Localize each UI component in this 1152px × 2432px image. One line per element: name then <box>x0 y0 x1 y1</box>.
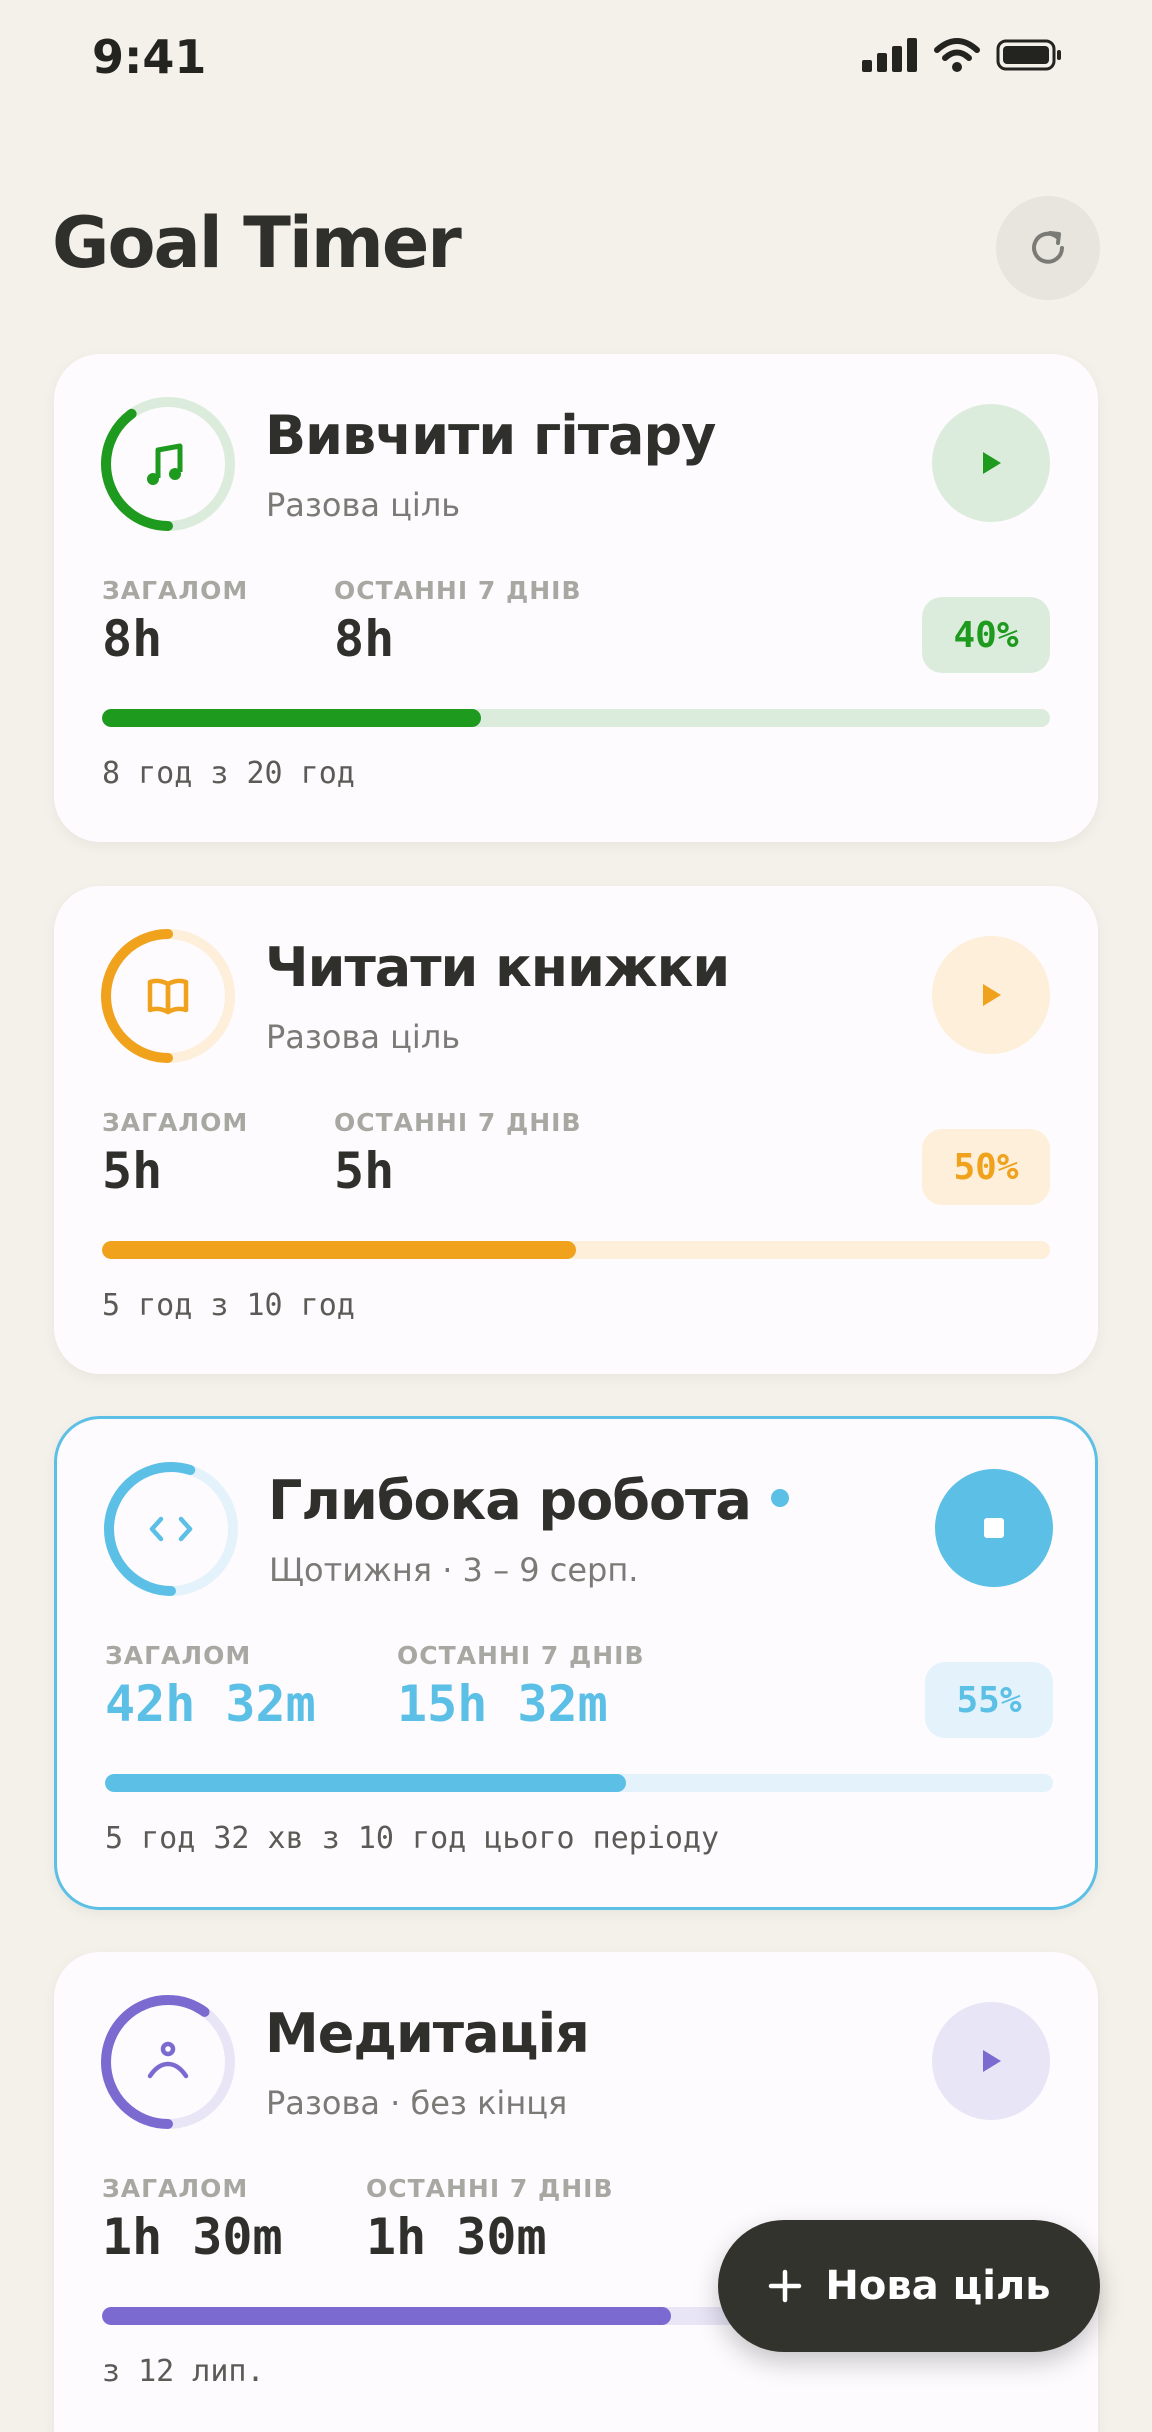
play-icon <box>983 984 1001 1006</box>
goal-footer: 5 год з 10 год <box>102 1288 355 1323</box>
total-label: ЗАГАЛОМ <box>102 2174 249 2203</box>
progress-track <box>102 709 1050 727</box>
goal-footer: 5 год 32 хв з 10 год цього періоду <box>105 1821 720 1856</box>
meditation-icon <box>147 2041 189 2079</box>
week-value: 15h 32m <box>397 1675 608 1733</box>
code-icon <box>149 1516 193 1542</box>
refresh-button[interactable] <box>996 196 1100 300</box>
goal-title: Читати книжки <box>265 936 730 999</box>
goal-title: Глибока робота <box>268 1469 752 1532</box>
total-label: ЗАГАЛОМ <box>102 576 249 605</box>
goal-progress-ring <box>104 1462 238 1596</box>
music-note-icon <box>147 443 183 485</box>
goal-footer: 8 год з 20 год <box>102 756 355 791</box>
new-goal-button[interactable]: Нова ціль <box>718 2220 1100 2352</box>
goal-progress-ring <box>101 397 235 531</box>
stop-icon <box>984 1518 1004 1538</box>
goal-subtitle: Разова · без кінця <box>266 2084 568 2122</box>
goal-card-active[interactable]: Глибока робота Щотижня · 3 – 9 серп. ЗАГ… <box>54 1416 1098 1910</box>
progress-fill <box>102 2307 671 2325</box>
new-goal-label: Нова ціль <box>825 2263 1051 2309</box>
book-icon <box>147 978 189 1015</box>
goal-title: Медитація <box>265 2002 590 2065</box>
play-button[interactable] <box>932 936 1050 1054</box>
play-button[interactable] <box>932 404 1050 522</box>
total-label: ЗАГАЛОМ <box>102 1108 249 1137</box>
status-icons <box>862 38 1062 72</box>
progress-track <box>102 1241 1050 1259</box>
week-label: ОСТАННІ 7 ДНІВ <box>334 576 582 605</box>
week-value: 8h <box>334 610 395 668</box>
progress-fill <box>102 1241 576 1259</box>
goal-card[interactable]: Читати книжки Разова ціль ЗАГАЛОМ 5h ОСТ… <box>54 886 1098 1374</box>
plus-icon <box>769 2269 802 2303</box>
play-button[interactable] <box>932 2002 1050 2120</box>
total-label: ЗАГАЛОМ <box>105 1641 252 1670</box>
week-label: ОСТАННІ 7 ДНІВ <box>366 2174 614 2203</box>
total-value: 42h 32m <box>105 1675 316 1733</box>
percent-badge: 50% <box>922 1129 1050 1205</box>
total-value: 1h 30m <box>102 2208 283 2266</box>
percent-badge: 40% <box>922 597 1050 673</box>
goal-progress-ring <box>101 929 235 1063</box>
goal-card[interactable]: Вивчити гітару Разова ціль ЗАГАЛОМ 8h ОС… <box>54 354 1098 842</box>
goal-title: Вивчити гітару <box>265 404 716 467</box>
percent-badge: 55% <box>925 1662 1053 1738</box>
goal-card[interactable]: Медитація Разова · без кінця ЗАГАЛОМ 1h … <box>54 1952 1098 2432</box>
battery-icon <box>996 39 1061 71</box>
total-value: 5h <box>102 1142 163 1200</box>
progress-fill <box>102 709 482 727</box>
status-bar: 9:41 <box>0 0 1152 120</box>
running-indicator-dot <box>770 1489 789 1507</box>
goal-subtitle: Разова ціль <box>266 486 461 524</box>
goal-subtitle: Щотижня · 3 – 9 серп. <box>269 1551 639 1589</box>
status-time: 9:41 <box>92 30 207 84</box>
play-icon <box>983 2050 1001 2072</box>
wifi-icon <box>934 38 980 72</box>
goal-progress-ring <box>101 1995 235 2129</box>
week-label: ОСТАННІ 7 ДНІВ <box>334 1108 582 1137</box>
goal-title-row: Глибока робота <box>268 1469 789 1532</box>
week-value: 5h <box>334 1142 395 1200</box>
cellular-signal-icon <box>862 38 917 72</box>
goal-subtitle: Разова ціль <box>266 1018 461 1056</box>
week-value: 1h 30m <box>366 2208 547 2266</box>
play-icon <box>983 452 1001 474</box>
week-label: ОСТАННІ 7 ДНІВ <box>397 1641 645 1670</box>
progress-fill <box>105 1774 627 1792</box>
progress-track <box>105 1774 1053 1792</box>
refresh-icon <box>1032 231 1064 264</box>
goal-footer: з 12 лип. <box>102 2354 265 2389</box>
page-title: Goal Timer <box>52 202 462 284</box>
stop-button[interactable] <box>935 1469 1053 1587</box>
total-value: 8h <box>102 610 163 668</box>
